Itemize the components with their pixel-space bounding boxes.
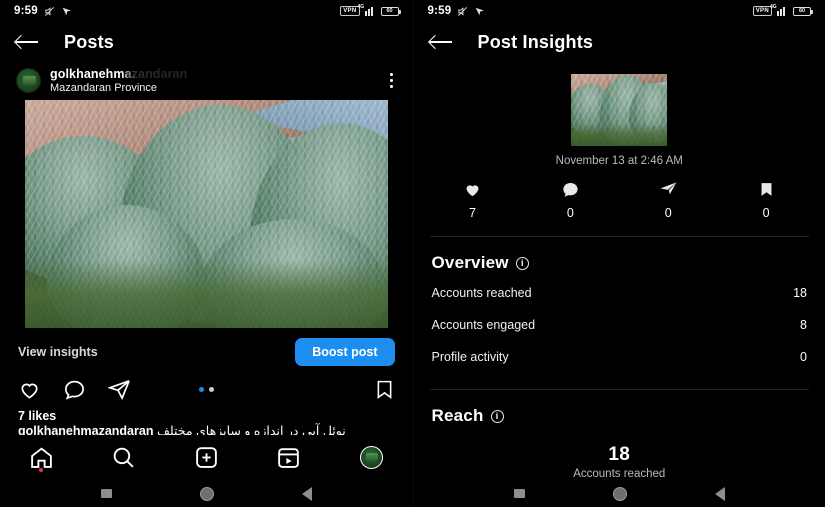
home-badge bbox=[39, 467, 44, 472]
heart-filled-icon bbox=[466, 185, 479, 197]
image-grass bbox=[24, 259, 388, 328]
insights-row: View insights Boost post bbox=[0, 328, 413, 375]
overview-label: Accounts reached bbox=[431, 286, 532, 300]
post-thumbnail[interactable] bbox=[571, 74, 668, 146]
back-arrow-icon[interactable] bbox=[16, 34, 38, 50]
likes-metric: 7 bbox=[424, 180, 522, 220]
battery-icon: 60 bbox=[380, 6, 401, 16]
sidebar-item-reels[interactable] bbox=[266, 441, 312, 475]
page-title: Posts bbox=[64, 31, 115, 52]
back-arrow-icon[interactable] bbox=[429, 34, 452, 50]
comment-filled-icon bbox=[563, 183, 578, 197]
likes-count[interactable]: 7 likes bbox=[18, 409, 395, 423]
post-insights-screen: 9:59 VPN 4G 60 Post Insights November 13… bbox=[412, 0, 825, 507]
heart-icon[interactable] bbox=[18, 378, 41, 401]
recents-square-icon[interactable] bbox=[513, 489, 525, 498]
post-image[interactable] bbox=[24, 100, 388, 328]
posts-app-bar: Posts bbox=[0, 22, 413, 62]
overview-value: 18 bbox=[793, 286, 807, 300]
recents-square-icon[interactable] bbox=[100, 489, 112, 498]
image-grass bbox=[571, 124, 668, 146]
location-icon bbox=[61, 6, 71, 17]
overview-row-accounts-engaged[interactable]: Accounts engaged 8 bbox=[414, 309, 825, 341]
saves-metric-value: 0 bbox=[762, 206, 770, 220]
post-username[interactable]: golkhanehmazandaran bbox=[50, 67, 187, 81]
metrics-row: 7 0 0 0 bbox=[414, 167, 825, 220]
page-title: Post Insights bbox=[477, 31, 594, 52]
overview-label: Profile activity bbox=[431, 350, 509, 364]
overview-value: 0 bbox=[800, 350, 807, 364]
reach-title: Reach bbox=[431, 406, 484, 425]
status-bar-left: 9:59 VPN 4G 60 bbox=[0, 0, 413, 22]
overview-row-accounts-reached[interactable]: Accounts reached 18 bbox=[414, 277, 825, 309]
home-circle-icon[interactable] bbox=[199, 486, 214, 501]
carousel-indicator bbox=[0, 387, 413, 392]
mute-icon bbox=[44, 6, 55, 17]
mute-icon bbox=[457, 6, 468, 17]
comments-metric: 0 bbox=[521, 180, 619, 220]
battery-icon: 60 bbox=[793, 6, 813, 16]
post-date: November 13 at 2:46 AM bbox=[555, 155, 683, 167]
bookmark-icon[interactable] bbox=[374, 378, 395, 401]
battery-level-label: 60 bbox=[386, 8, 393, 14]
reach-section-header: Reach i bbox=[414, 390, 825, 430]
sidebar-item-profile[interactable] bbox=[348, 441, 394, 475]
status-time: 9:59 bbox=[427, 5, 452, 17]
overview-title: Overview bbox=[431, 253, 509, 272]
network-type-label: 4G bbox=[357, 3, 365, 10]
profile-avatar-icon[interactable] bbox=[359, 446, 383, 469]
post-location[interactable]: Mazandaran Province bbox=[50, 82, 187, 94]
home-circle-icon[interactable] bbox=[612, 486, 627, 501]
back-triangle-icon[interactable] bbox=[714, 486, 725, 501]
status-time: 9:59 bbox=[14, 5, 38, 17]
share-filled-icon bbox=[660, 182, 677, 195]
signal-icon: 4G bbox=[358, 4, 376, 16]
shares-metric-value: 0 bbox=[664, 206, 672, 220]
insights-app-bar: Post Insights bbox=[414, 22, 825, 62]
overview-label: Accounts engaged bbox=[431, 318, 536, 332]
overview-value: 8 bbox=[800, 318, 807, 332]
avatar[interactable] bbox=[16, 68, 41, 93]
overview-row-profile-activity[interactable]: Profile activity 0 bbox=[414, 341, 825, 373]
more-options-icon[interactable] bbox=[386, 69, 397, 92]
reach-summary: 18 Accounts reached bbox=[414, 444, 825, 480]
posts-screen: 9:59 VPN 4G 60 Posts golkhanehmazandaran bbox=[0, 0, 413, 507]
bottom-tab-bar bbox=[0, 435, 413, 480]
info-icon[interactable]: i bbox=[490, 409, 504, 423]
reach-label: Accounts reached bbox=[573, 468, 666, 480]
network-type-label: 4G bbox=[770, 3, 777, 10]
view-insights-link[interactable]: View insights bbox=[18, 345, 98, 359]
status-bar-right: 9:59 VPN 4G 60 bbox=[414, 0, 825, 22]
post-header: golkhanehmazandaran Mazandaran Province bbox=[0, 62, 413, 100]
post-action-bar bbox=[0, 375, 413, 407]
signal-icon: 4G bbox=[770, 4, 788, 16]
back-triangle-icon[interactable] bbox=[301, 486, 312, 501]
bookmark-filled-icon bbox=[761, 183, 772, 196]
reach-value: 18 bbox=[608, 444, 631, 465]
android-system-nav-left bbox=[0, 480, 413, 507]
comment-icon[interactable] bbox=[63, 378, 86, 401]
comments-metric-value: 0 bbox=[566, 206, 574, 220]
android-system-nav-right bbox=[413, 480, 825, 507]
likes-metric-value: 7 bbox=[468, 206, 476, 220]
sidebar-item-create[interactable] bbox=[183, 441, 229, 475]
overview-section-header: Overview i bbox=[414, 237, 825, 277]
location-icon bbox=[474, 6, 485, 17]
info-icon[interactable]: i bbox=[515, 256, 529, 270]
boost-post-button[interactable]: Boost post bbox=[295, 338, 395, 366]
sidebar-item-home[interactable] bbox=[18, 441, 64, 475]
sidebar-item-search[interactable] bbox=[101, 441, 147, 475]
share-icon[interactable] bbox=[108, 378, 131, 401]
shares-metric: 0 bbox=[619, 180, 717, 220]
battery-level-label: 60 bbox=[798, 8, 806, 14]
saves-metric: 0 bbox=[717, 180, 815, 220]
